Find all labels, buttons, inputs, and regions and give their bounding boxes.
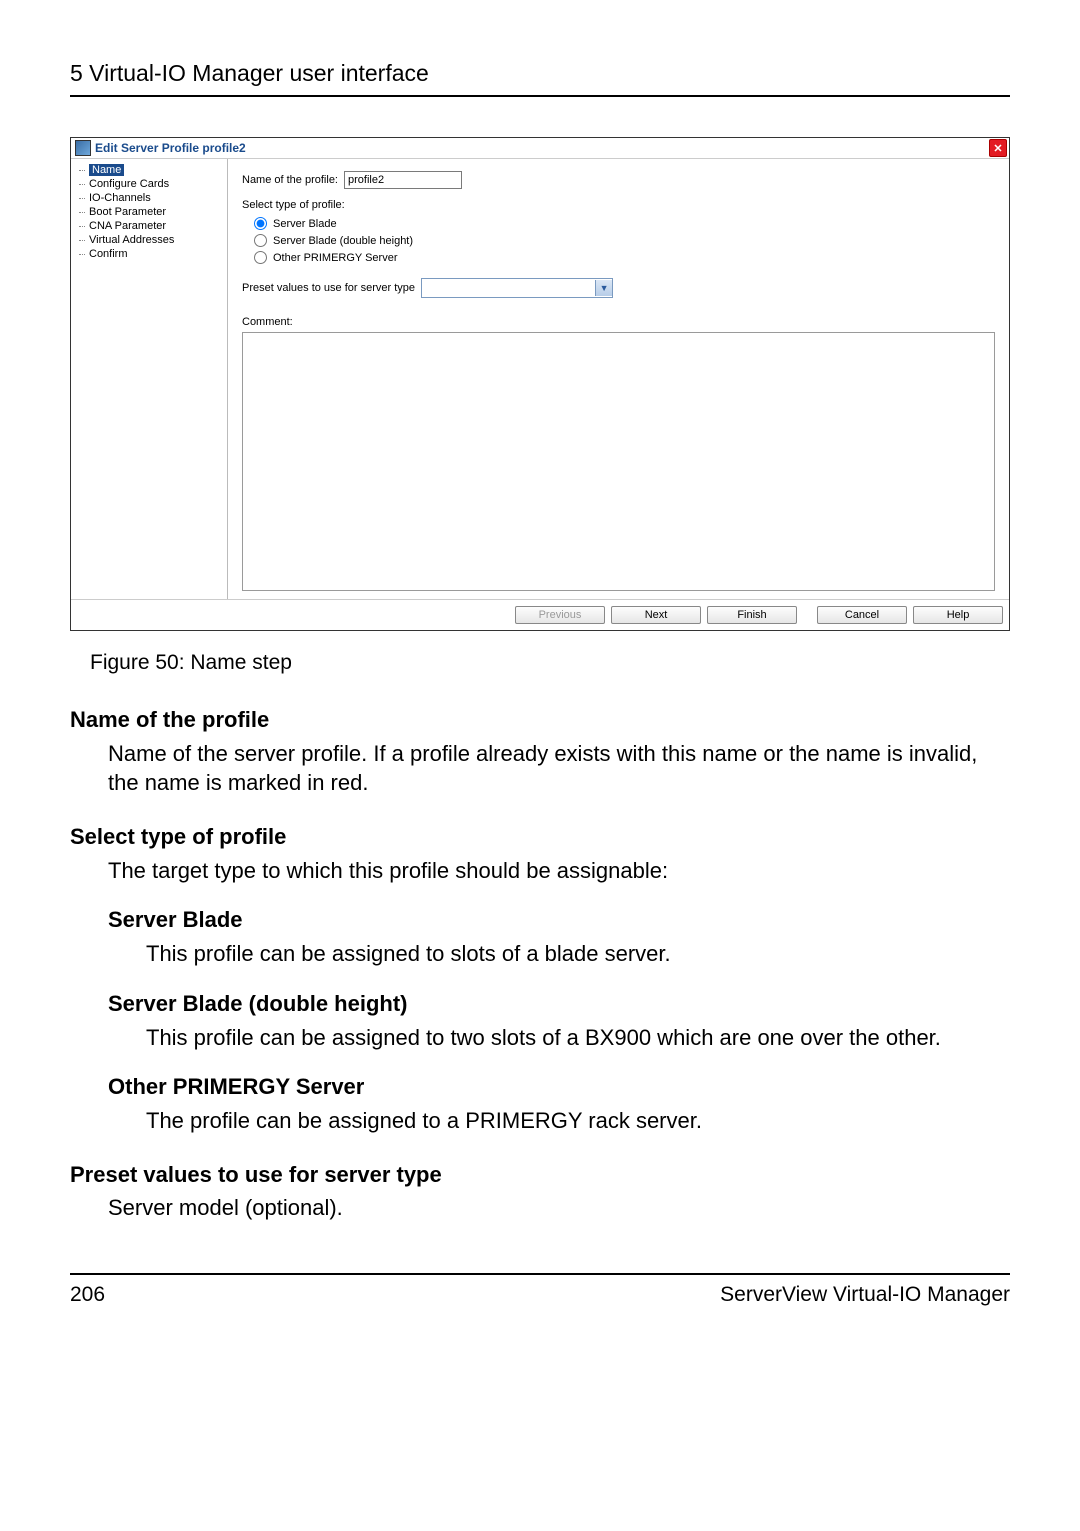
tree-item-label: Virtual Addresses (89, 234, 174, 246)
desc-other-primergy: The profile can be assigned to a PRIMERG… (146, 1106, 1010, 1136)
tree-item-label: Name (89, 164, 124, 176)
header-rule (70, 95, 1010, 97)
product-name: ServerView Virtual-IO Manager (720, 1283, 1010, 1307)
finish-button[interactable]: Finish (707, 606, 797, 624)
page-number: 206 (70, 1283, 105, 1307)
term-server-blade: Server Blade (108, 905, 1010, 935)
comment-textarea[interactable] (242, 332, 995, 591)
chevron-down-icon: ▼ (595, 280, 612, 296)
wizard-content: Name of the profile: Select type of prof… (228, 159, 1009, 599)
desc-select-type: The target type to which this profile sh… (108, 856, 1010, 886)
wizard-tree: Name Configure Cards IO-Channels Boot Pa… (71, 159, 228, 599)
tree-item-virtual-addresses[interactable]: Virtual Addresses (73, 233, 225, 247)
tree-item-name[interactable]: Name (73, 163, 225, 177)
tree-item-label: CNA Parameter (89, 220, 166, 232)
figure-caption: Figure 50: Name step (90, 651, 1010, 675)
profile-name-input[interactable] (344, 171, 462, 189)
preset-select[interactable]: ▼ (421, 278, 613, 298)
help-button[interactable]: Help (913, 606, 1003, 624)
cancel-button[interactable]: Cancel (817, 606, 907, 624)
section-header: 5 Virtual-IO Manager user interface (70, 60, 1010, 87)
tree-item-configure-cards[interactable]: Configure Cards (73, 177, 225, 191)
page-footer: 206 ServerView Virtual-IO Manager (70, 1283, 1010, 1307)
tree-item-label: Boot Parameter (89, 206, 166, 218)
next-button[interactable]: Next (611, 606, 701, 624)
tree-item-label: IO-Channels (89, 192, 151, 204)
comment-label: Comment: (242, 316, 995, 328)
tree-item-io-channels[interactable]: IO-Channels (73, 191, 225, 205)
desc-server-blade-double: This profile can be assigned to two slot… (146, 1023, 1010, 1053)
term-server-blade-double: Server Blade (double height) (108, 989, 1010, 1019)
footer-rule (70, 1273, 1010, 1275)
desc-server-blade: This profile can be assigned to slots of… (146, 939, 1010, 969)
radio-label: Other PRIMERGY Server (273, 252, 398, 264)
tree-item-confirm[interactable]: Confirm (73, 247, 225, 261)
tree-item-label: Confirm (89, 248, 128, 260)
radio-other-primergy[interactable]: Other PRIMERGY Server (254, 251, 995, 264)
tree-item-label: Configure Cards (89, 178, 169, 190)
radio-server-blade-double[interactable]: Server Blade (double height) (254, 234, 995, 247)
edit-profile-dialog: Edit Server Profile profile2 ✕ Name Conf… (70, 137, 1010, 631)
tree-item-cna-parameter[interactable]: CNA Parameter (73, 219, 225, 233)
term-preset: Preset values to use for server type (70, 1160, 1010, 1190)
body-text: Name of the profile Name of the server p… (70, 705, 1010, 1223)
select-type-label: Select type of profile: (242, 199, 995, 211)
radio-label: Server Blade (273, 218, 337, 230)
desc-name: Name of the server profile. If a profile… (108, 739, 1010, 798)
dialog-title: Edit Server Profile profile2 (95, 141, 246, 155)
desc-preset: Server model (optional). (108, 1193, 1010, 1223)
name-label: Name of the profile: (242, 174, 338, 186)
term-name: Name of the profile (70, 705, 1010, 735)
radio-input[interactable] (254, 217, 267, 230)
tree-item-boot-parameter[interactable]: Boot Parameter (73, 205, 225, 219)
radio-input[interactable] (254, 234, 267, 247)
dialog-titlebar: Edit Server Profile profile2 ✕ (71, 138, 1009, 159)
app-icon (75, 140, 91, 156)
preset-label: Preset values to use for server type (242, 282, 415, 294)
wizard-button-row: Previous Next Finish Cancel Help (71, 599, 1009, 630)
close-icon[interactable]: ✕ (989, 139, 1007, 157)
term-other-primergy: Other PRIMERGY Server (108, 1072, 1010, 1102)
radio-input[interactable] (254, 251, 267, 264)
term-select-type: Select type of profile (70, 822, 1010, 852)
radio-server-blade[interactable]: Server Blade (254, 217, 995, 230)
previous-button: Previous (515, 606, 605, 624)
radio-label: Server Blade (double height) (273, 235, 413, 247)
